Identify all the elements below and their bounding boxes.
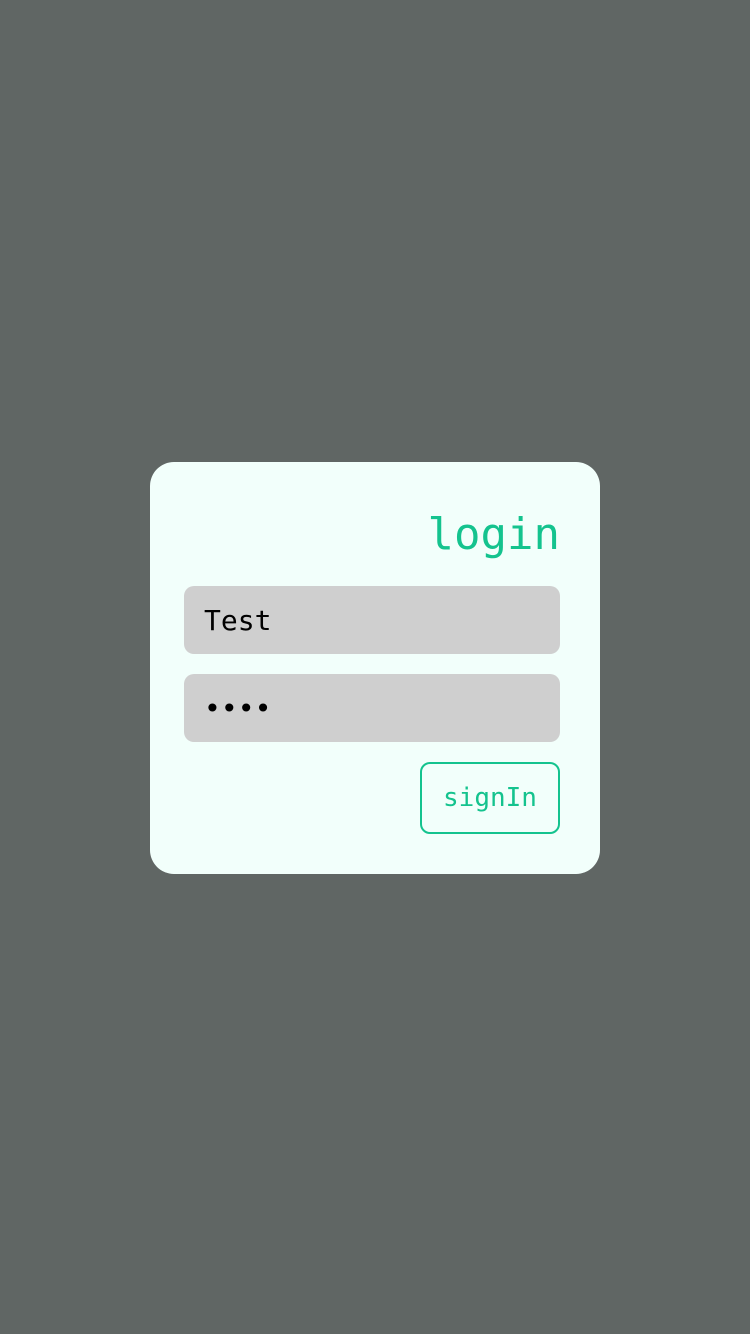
password-masked-value: •••• [204, 691, 272, 725]
password-field[interactable]: •••• [184, 674, 560, 742]
login-card: login Test •••• signIn [150, 462, 600, 874]
login-title: login [427, 509, 560, 560]
username-value: Test [204, 603, 272, 637]
signin-button[interactable]: signIn [420, 762, 560, 834]
username-field[interactable]: Test [184, 586, 560, 654]
signin-button-label: signIn [443, 783, 537, 813]
